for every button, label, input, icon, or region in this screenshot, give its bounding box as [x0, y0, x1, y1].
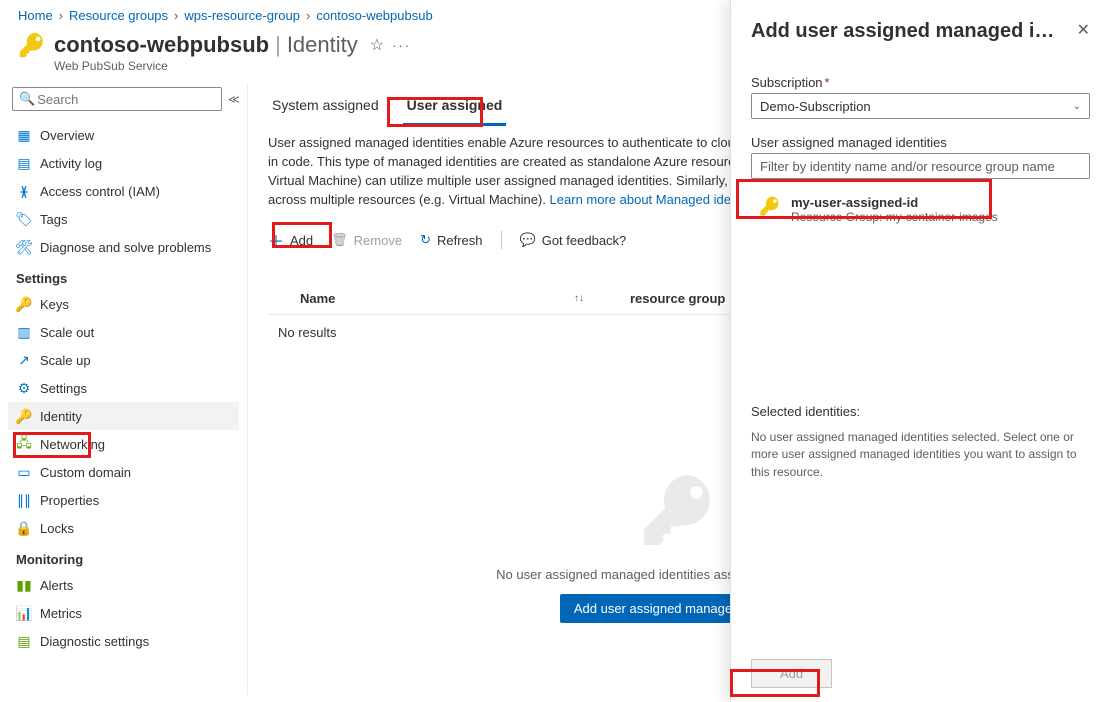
tab-user-assigned[interactable]: User assigned [403, 91, 507, 126]
subscription-select[interactable]: Demo-Subscription ⌄ [751, 93, 1090, 119]
subscription-label: Subscription* [751, 75, 1090, 90]
search-input[interactable] [35, 91, 215, 108]
nav-properties[interactable]: ∥∥Properties [8, 486, 239, 514]
selected-header: Selected identities: [751, 404, 1090, 419]
col-resource-group[interactable]: resource group [630, 291, 725, 306]
nav-scale-up[interactable]: ↗Scale up [8, 346, 239, 374]
identity-item[interactable]: my-user-assigned-id Resource Group: my-c… [751, 185, 1090, 234]
nav-overview[interactable]: ▦Overview [8, 121, 239, 149]
add-identity-panel: Add user assigned managed i… ✕ Subscript… [730, 0, 1110, 702]
feedback-button[interactable]: 💬Got feedback? [520, 232, 627, 248]
panel-title: Add user assigned managed i… [751, 20, 1054, 43]
nav-alerts[interactable]: ▮▮Alerts [8, 571, 239, 599]
identities-label: User assigned managed identities [751, 135, 1090, 150]
col-name[interactable]: Name [268, 291, 528, 306]
resource-icon [18, 31, 46, 59]
selected-message: No user assigned managed identities sele… [751, 429, 1090, 481]
search-icon: 🔍 [19, 91, 35, 107]
identity-name: my-user-assigned-id [791, 195, 998, 210]
sidebar-search[interactable]: 🔍 [12, 87, 222, 111]
feedback-icon: 💬 [520, 232, 536, 248]
nav-keys[interactable]: 🔑Keys [8, 290, 239, 318]
panel-add-button: Add [751, 659, 832, 688]
refresh-icon: ↻ [420, 232, 431, 248]
nav-diagnose[interactable]: 🛠Diagnose and solve problems [8, 233, 239, 261]
nav-tags[interactable]: 🏷Tags [8, 205, 239, 233]
nav-networking[interactable]: 🖧Networking [8, 430, 239, 458]
crumb-rg[interactable]: Resource groups [69, 8, 168, 23]
favorite-icon[interactable]: ☆ [370, 35, 384, 55]
remove-button: 🗑Remove [331, 232, 402, 248]
nav-settings[interactable]: ⚙Settings [8, 374, 239, 402]
subscription-value: Demo-Subscription [760, 99, 871, 114]
more-icon[interactable]: ··· [392, 38, 411, 53]
nav-custom-domain[interactable]: ▭Custom domain [8, 458, 239, 486]
crumb-home[interactable]: Home [18, 8, 53, 23]
refresh-button[interactable]: ↻Refresh [420, 232, 482, 248]
sort-icon[interactable]: ↑↓ [574, 293, 584, 304]
nav-diagnostic-settings[interactable]: ▤Diagnostic settings [8, 627, 239, 655]
nav-group-settings: Settings [8, 261, 239, 290]
page-title: Identity [287, 32, 358, 58]
nav-metrics[interactable]: 📊Metrics [8, 599, 239, 627]
close-icon[interactable]: ✕ [1077, 20, 1090, 40]
nav-locks[interactable]: 🔒Locks [8, 514, 239, 542]
nav-iam[interactable]: ᚕAccess control (IAM) [8, 177, 239, 205]
identity-key-icon [759, 195, 781, 217]
identity-filter-input[interactable] [751, 153, 1090, 179]
nav-identity[interactable]: 🔑Identity [8, 402, 239, 430]
tab-system-assigned[interactable]: System assigned [268, 91, 383, 126]
add-button[interactable]: ＋Add [268, 228, 313, 252]
plus-icon: ＋ [268, 228, 284, 252]
resource-name: contoso-webpubsub [54, 32, 269, 58]
nav-group-monitoring: Monitoring [8, 542, 239, 571]
crumb-resource[interactable]: contoso-webpubsub [316, 8, 432, 23]
collapse-icon[interactable]: ≪ [228, 93, 240, 106]
crumb-group[interactable]: wps-resource-group [184, 8, 300, 23]
sidebar: 🔍 ≪ ▦Overview ▤Activity log ᚕAccess cont… [0, 83, 248, 695]
trash-icon: 🗑 [331, 232, 348, 248]
nav-activity-log[interactable]: ▤Activity log [8, 149, 239, 177]
nav-scale-out[interactable]: ▥Scale out [8, 318, 239, 346]
identity-subtitle: Resource Group: my-container-images [791, 210, 998, 224]
chevron-down-icon: ⌄ [1073, 101, 1081, 112]
